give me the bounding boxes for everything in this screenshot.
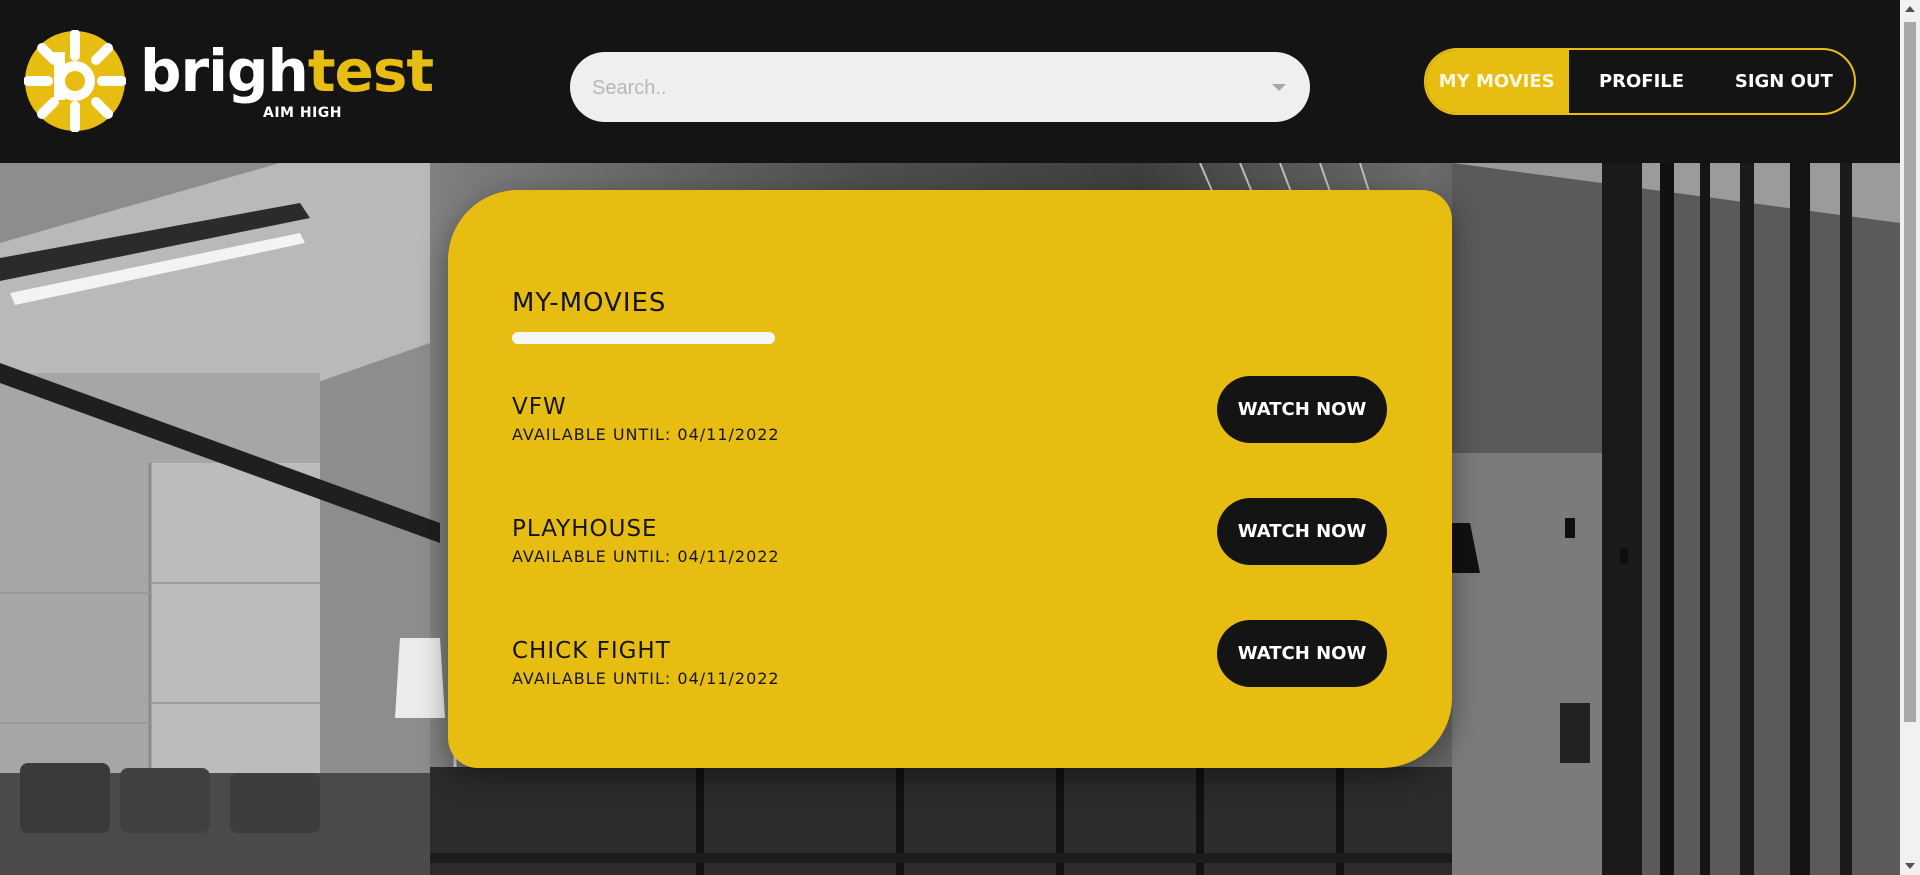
watch-now-button[interactable]: WATCH NOW [1217,376,1387,443]
nav-sign-out[interactable]: SIGN OUT [1714,50,1854,113]
brand-name-part2: test [307,37,434,105]
page-title: MY-MOVIES [512,288,667,318]
movie-title: PLAYHOUSE [512,516,658,542]
search-input[interactable] [590,52,1234,124]
brand-wordmark: brightest [140,42,434,100]
brand-name-part1: brigh [140,37,309,105]
brightest-logo-icon [24,30,126,132]
scroll-down-icon[interactable] [1905,863,1915,869]
page-scrollbar[interactable] [1900,0,1920,875]
caret-down-icon[interactable] [1272,84,1286,91]
movie-availability: AVAILABLE UNTIL: 04/11/2022 [512,425,780,444]
my-movies-card: MY-MOVIES VFW AVAILABLE UNTIL: 04/11/202… [448,190,1452,768]
watch-now-button[interactable]: WATCH NOW [1217,620,1387,687]
movie-row: CHICK FIGHT AVAILABLE UNTIL: 04/11/2022 … [512,620,1392,708]
nav-my-movies[interactable]: MY MOVIES [1426,50,1568,113]
site-header: brightest AIM HIGH MY MOVIES PROFILE SIG… [0,0,1900,163]
nav-profile[interactable]: PROFILE [1567,50,1713,113]
movie-row: VFW AVAILABLE UNTIL: 04/11/2022 WATCH NO… [512,376,1392,464]
movie-availability: AVAILABLE UNTIL: 04/11/2022 [512,669,780,688]
search-bar[interactable] [570,52,1310,124]
movie-title: CHICK FIGHT [512,638,671,664]
watch-now-button[interactable]: WATCH NOW [1217,498,1387,565]
brand-logo[interactable]: brightest AIM HIGH [24,30,444,132]
title-underline [512,332,775,344]
movie-row: PLAYHOUSE AVAILABLE UNTIL: 04/11/2022 WA… [512,498,1392,586]
scrollbar-thumb[interactable] [1904,22,1916,722]
brand-tagline: AIM HIGH [263,105,342,121]
movie-availability: AVAILABLE UNTIL: 04/11/2022 [512,547,780,566]
scroll-up-icon[interactable] [1905,6,1915,12]
movie-title: VFW [512,394,567,420]
main-nav: MY MOVIES PROFILE SIGN OUT [1424,48,1856,115]
